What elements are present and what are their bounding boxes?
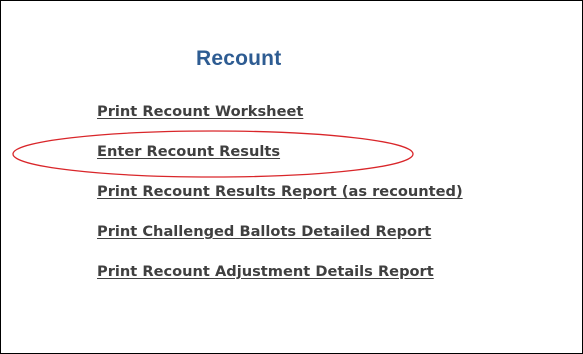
section-title: Recount <box>196 47 282 70</box>
menu-item-print-challenged-report: Print Challenged Ballots Detailed Report <box>97 221 463 261</box>
menu-item-enter-results: Enter Recount Results <box>97 141 463 181</box>
enter-recount-results-link[interactable]: Enter Recount Results <box>97 143 280 160</box>
print-challenged-ballots-report-link[interactable]: Print Challenged Ballots Detailed Report <box>97 223 431 240</box>
menu-item-print-worksheet: Print Recount Worksheet <box>97 101 463 141</box>
print-recount-worksheet-link[interactable]: Print Recount Worksheet <box>97 103 303 120</box>
print-recount-adjustment-report-link[interactable]: Print Recount Adjustment Details Report <box>97 263 434 280</box>
menu-item-print-results-report: Print Recount Results Report (as recount… <box>97 181 463 221</box>
recount-panel: Recount Print Recount Worksheet Enter Re… <box>0 0 583 354</box>
recount-menu: Print Recount Worksheet Enter Recount Re… <box>97 101 463 301</box>
menu-item-print-adjustment-report: Print Recount Adjustment Details Report <box>97 261 463 301</box>
print-recount-results-report-link[interactable]: Print Recount Results Report (as recount… <box>97 183 463 200</box>
